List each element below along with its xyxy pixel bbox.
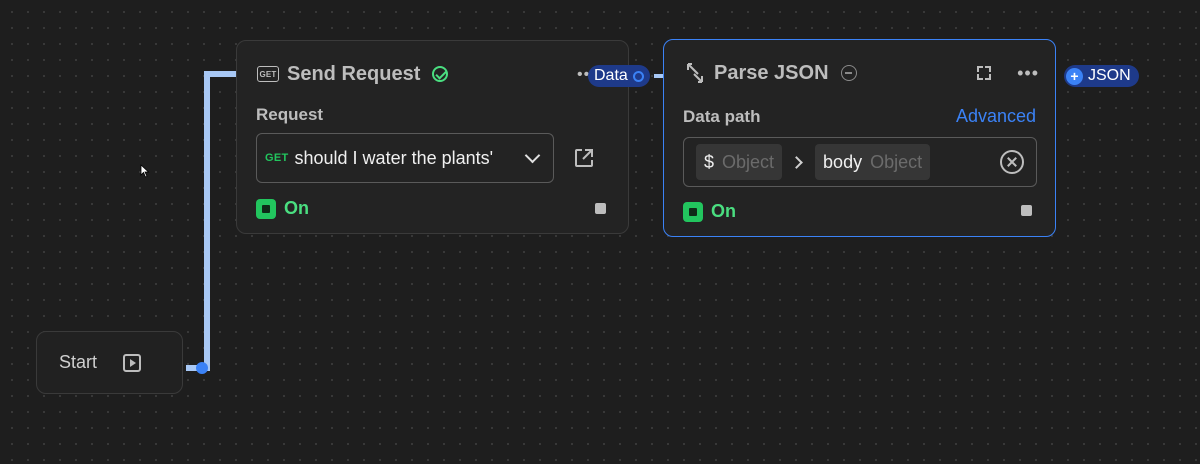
edge-start-to-send-request [186,71,236,371]
expand-icon[interactable] [977,66,992,80]
request-select[interactable]: GET should I water the plants' [256,133,554,183]
start-output-port [196,362,208,374]
advanced-link[interactable]: Advanced [956,106,1036,127]
path-key: body [823,151,863,172]
send-request-toggle[interactable]: On [256,198,309,219]
port-ring-icon [632,70,644,82]
request-section-label: Request [256,105,324,124]
method-tag: GET [265,152,289,164]
toggle-on-icon [683,201,703,222]
chevron-right-icon [790,155,803,169]
send-request-title: Send Request [287,62,421,85]
flow-canvas[interactable]: Start GET Send Request Request GET shoul… [0,0,1200,464]
data-port-label: Data [594,67,628,84]
check-circle-icon [432,66,449,82]
send-request-header: GET Send Request [257,61,612,87]
plus-icon: + [1066,67,1083,85]
start-node[interactable]: Start [36,331,183,394]
json-port-label: JSON [1088,67,1131,84]
parse-json-header: Parse JSON ••• [684,60,1039,86]
path-type: Object [722,151,775,172]
path-chip-body[interactable]: body Object [815,144,931,180]
data-path-input[interactable]: $ Object body Object [683,137,1037,187]
parse-json-title: Parse JSON [714,61,829,84]
request-name: should I water the plants' [294,147,494,168]
transform-icon [687,63,703,83]
start-label: Start [59,352,98,372]
play-icon[interactable] [123,353,142,372]
toggle-label: On [284,198,309,218]
clear-icon[interactable] [1000,150,1024,174]
minus-circle-icon [840,65,857,81]
toggle-on-icon [256,198,276,219]
send-request-node[interactable]: GET Send Request Request GET should I wa… [236,40,629,234]
more-icon[interactable]: ••• [1017,64,1039,82]
toggle-label: On [711,201,736,221]
mouse-cursor-icon [140,164,150,178]
path-chip-root[interactable]: $ Object [696,144,783,180]
data-path-label: Data path [683,107,761,126]
stop-icon[interactable] [595,203,606,214]
chevron-down-icon [524,147,540,163]
path-key: $ [704,151,715,172]
get-request-icon: GET [257,66,279,82]
parse-json-toggle[interactable]: On [683,201,736,222]
data-output-port[interactable]: Data [588,65,650,87]
parse-json-node[interactable]: Parse JSON ••• Data path Advanced $ Obje… [663,39,1056,237]
stop-icon[interactable] [1021,205,1032,216]
path-type: Object [870,151,923,172]
external-link-icon[interactable] [574,148,594,168]
parse-json-actions: ••• [977,64,1039,82]
json-output-port[interactable]: + JSON [1064,65,1139,87]
